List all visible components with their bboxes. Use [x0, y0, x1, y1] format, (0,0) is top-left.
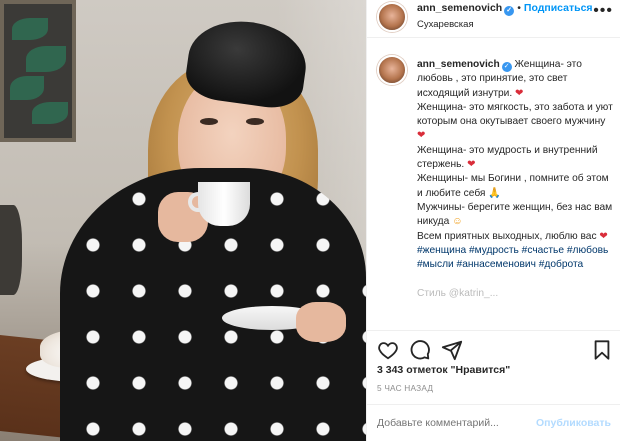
- caption-line: Мужчины- берегите женщин, без нас вам ни…: [417, 201, 613, 228]
- laughing-face-emoji-icon: ☺: [452, 216, 463, 228]
- caption-line: которым она окутывает своего мужчину: [417, 116, 606, 128]
- caption-avatar[interactable]: [377, 55, 407, 85]
- header-username[interactable]: ann_semenovich: [417, 2, 502, 14]
- vase: [0, 205, 22, 295]
- post-photo[interactable]: [0, 0, 366, 441]
- comment-bar: Опубликовать: [367, 404, 620, 441]
- folded-hands-emoji-icon: 🙏: [488, 187, 501, 199]
- bookmark-icon[interactable]: [591, 339, 613, 361]
- heart-icon[interactable]: [377, 339, 399, 361]
- publish-button[interactable]: Опубликовать: [536, 417, 611, 429]
- caption-username[interactable]: ann_semenovich: [417, 59, 500, 70]
- caption-faded-line: Стиль @katrin_...: [417, 287, 499, 299]
- verified-badge-icon: ✓: [504, 6, 515, 16]
- post-actions: [367, 330, 620, 368]
- comment-icon[interactable]: [409, 339, 431, 361]
- post-header: ann_semenovich ✓ • Подписаться Сухаревская …: [367, 0, 620, 38]
- separator-dot: •: [517, 2, 521, 14]
- caption-line: Всем приятных выходных, люблю вас: [417, 230, 597, 242]
- red-heart-emoji-icon: ❤: [515, 87, 524, 99]
- caption-line: Женщины- мы Богини , помните об этом и л…: [417, 173, 609, 199]
- coffee-cup: [198, 182, 250, 226]
- red-heart-emoji-icon: ❤: [417, 130, 426, 142]
- share-icon[interactable]: [441, 339, 463, 361]
- hashtag-list[interactable]: #женщина #мудрость #счастье #любовь #мыс…: [417, 245, 608, 270]
- post-timestamp[interactable]: 5 ЧАС НАЗАД: [377, 383, 433, 393]
- caption-area: ann_semenovich ✓ Женщина- это любовь , эт…: [367, 45, 620, 327]
- verified-badge-icon: ✓: [501, 62, 512, 72]
- more-horizontal-icon[interactable]: •••: [593, 2, 613, 20]
- woman-figure: [60, 0, 366, 441]
- post-sidebar: ann_semenovich ✓ • Подписаться Сухаревская …: [366, 0, 620, 441]
- red-heart-emoji-icon: ❤: [467, 159, 476, 171]
- caption-line: Женщина- это мудрость и внутренний стерж…: [417, 144, 598, 171]
- post-caption: ann_semenovich ✓ Женщина- это любовь , эт…: [417, 58, 613, 301]
- caption-line: Женщина- это мягкость, это забота и уют: [417, 101, 613, 113]
- avatar[interactable]: [377, 2, 407, 32]
- comment-input[interactable]: [377, 417, 527, 429]
- location-link[interactable]: Сухаревская: [417, 19, 474, 30]
- red-heart-emoji-icon: ❤: [599, 230, 608, 242]
- likes-count[interactable]: 3 343 отметок "Нравится": [377, 364, 510, 376]
- follow-button[interactable]: Подписаться: [524, 2, 593, 14]
